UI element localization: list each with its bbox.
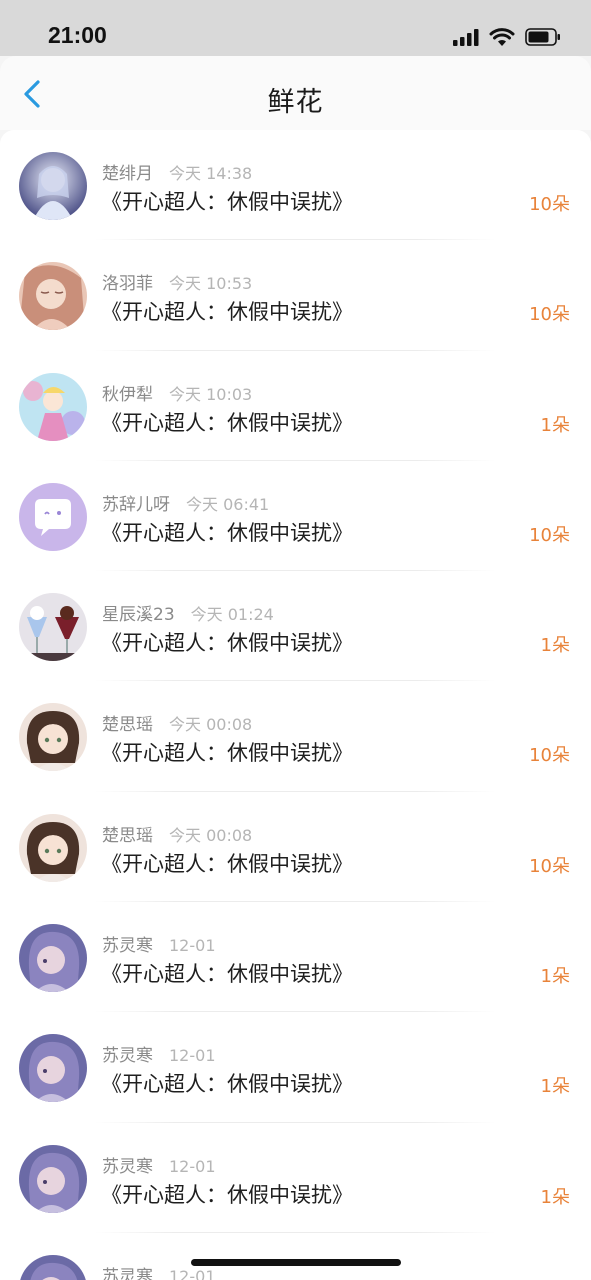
user-name: 秋伊犁 <box>102 384 153 405</box>
user-name: 苏灵寒 <box>102 1156 153 1177</box>
user-name: 楚思瑶 <box>102 715 153 736</box>
list-item[interactable]: 苏灵寒 12-01 <box>0 1233 591 1280</box>
status-icons <box>453 27 561 47</box>
user-name: 洛羽菲 <box>102 274 153 295</box>
user-name: 苏灵寒 <box>102 1266 153 1280</box>
list-item[interactable]: 秋伊犁 今天 10:03 《开心超人：休假中误扰》 1朵 <box>0 351 591 462</box>
list-item[interactable]: 洛羽菲 今天 10:53 《开心超人：休假中误扰》 10朵 <box>0 240 591 351</box>
book-title: 《开心超人：休假中误扰》 <box>101 962 353 987</box>
book-title: 《开心超人：休假中误扰》 <box>101 631 353 656</box>
timestamp: 12-01 <box>169 1156 216 1176</box>
flower-count: 10朵 <box>529 304 570 326</box>
avatar[interactable] <box>19 262 87 331</box>
timestamp: 今天 10:03 <box>169 384 253 404</box>
flower-count: 1朵 <box>540 414 570 436</box>
flower-count: 1朵 <box>540 635 570 657</box>
avatar[interactable] <box>19 482 87 551</box>
list-item[interactable]: 苏灵寒 12-01 《开心超人：休假中误扰》 1朵 <box>0 1123 591 1234</box>
book-title: 《开心超人：休假中误扰》 <box>101 741 353 766</box>
flower-count: 10朵 <box>529 524 570 546</box>
flower-count: 1朵 <box>540 966 570 988</box>
avatar[interactable] <box>19 1254 87 1280</box>
user-name: 苏灵寒 <box>102 936 153 957</box>
user-name: 星辰溪23 <box>102 605 175 626</box>
list-item[interactable]: 楚思瑶 今天 00:08 《开心超人：休假中误扰》 10朵 <box>0 792 591 903</box>
flower-count: 1朵 <box>540 1186 570 1208</box>
timestamp: 今天 14:38 <box>169 164 253 183</box>
flower-count: 10朵 <box>529 194 570 215</box>
book-title: 《开心超人：休假中误扰》 <box>101 300 353 325</box>
user-name: 楚绯月 <box>102 164 153 184</box>
timestamp: 今天 00:08 <box>169 715 253 735</box>
timestamp: 今天 00:08 <box>169 825 253 845</box>
page-title: 鲜花 <box>267 87 324 118</box>
nav-header: 鲜花 <box>0 56 591 130</box>
book-title: 《开心超人：休假中误扰》 <box>101 410 353 435</box>
book-title: 《开心超人：休假中误扰》 <box>101 190 353 214</box>
avatar[interactable] <box>19 924 87 993</box>
flower-count: 1朵 <box>540 1076 570 1098</box>
wifi-icon <box>489 27 515 46</box>
book-title: 《开心超人：休假中误扰》 <box>101 520 353 545</box>
flower-list: 楚绯月 今天 14:38 《开心超人：休假中误扰》 10朵 洛羽菲 今天 10:53… <box>0 130 591 1280</box>
user-name: 楚思瑶 <box>102 825 153 846</box>
flower-count: 10朵 <box>529 745 570 767</box>
list-item[interactable]: 星辰溪23 今天 01:24 《开心超人：休假中误扰》 1朵 <box>0 571 591 682</box>
avatar[interactable] <box>19 372 87 441</box>
battery-icon <box>525 28 560 46</box>
list-item[interactable]: 苏灵寒 12-01 《开心超人：休假中误扰》 1朵 <box>0 902 591 1013</box>
timestamp: 今天 01:24 <box>190 605 274 625</box>
timestamp: 今天 10:53 <box>169 274 253 294</box>
user-name: 苏灵寒 <box>102 1046 153 1067</box>
timestamp: 12-01 <box>169 1046 216 1066</box>
list-item[interactable]: 苏灵寒 12-01 《开心超人：休假中误扰》 1朵 <box>0 1012 591 1123</box>
flower-count: 10朵 <box>529 855 570 877</box>
list-item[interactable]: 苏辞儿呀 今天 06:41 《开心超人：休假中误扰》 10朵 <box>0 461 591 572</box>
signal-icon <box>453 28 479 46</box>
avatar[interactable] <box>19 703 87 772</box>
user-name: 苏辞儿呀 <box>102 494 170 515</box>
status-bar: 21:00 <box>0 0 591 56</box>
list-item[interactable]: 楚思瑶 今天 00:08 《开心超人：休假中误扰》 10朵 <box>0 681 591 793</box>
book-title: 《开心超人：休假中误扰》 <box>101 1182 353 1207</box>
avatar[interactable] <box>19 1034 87 1103</box>
avatar[interactable] <box>19 593 87 662</box>
status-time: 21:00 <box>48 22 107 48</box>
avatar[interactable] <box>19 152 87 220</box>
avatar[interactable] <box>19 813 87 882</box>
avatar[interactable] <box>19 1144 87 1213</box>
timestamp: 今天 06:41 <box>186 494 270 514</box>
book-title: 《开心超人：休假中误扰》 <box>101 851 353 876</box>
list-item[interactable]: 楚绯月 今天 14:38 《开心超人：休假中误扰》 10朵 <box>0 130 591 241</box>
timestamp: 12-01 <box>169 1266 216 1280</box>
book-title: 《开心超人：休假中误扰》 <box>101 1072 353 1097</box>
home-indicator[interactable] <box>191 1259 401 1266</box>
timestamp: 12-01 <box>169 936 216 956</box>
